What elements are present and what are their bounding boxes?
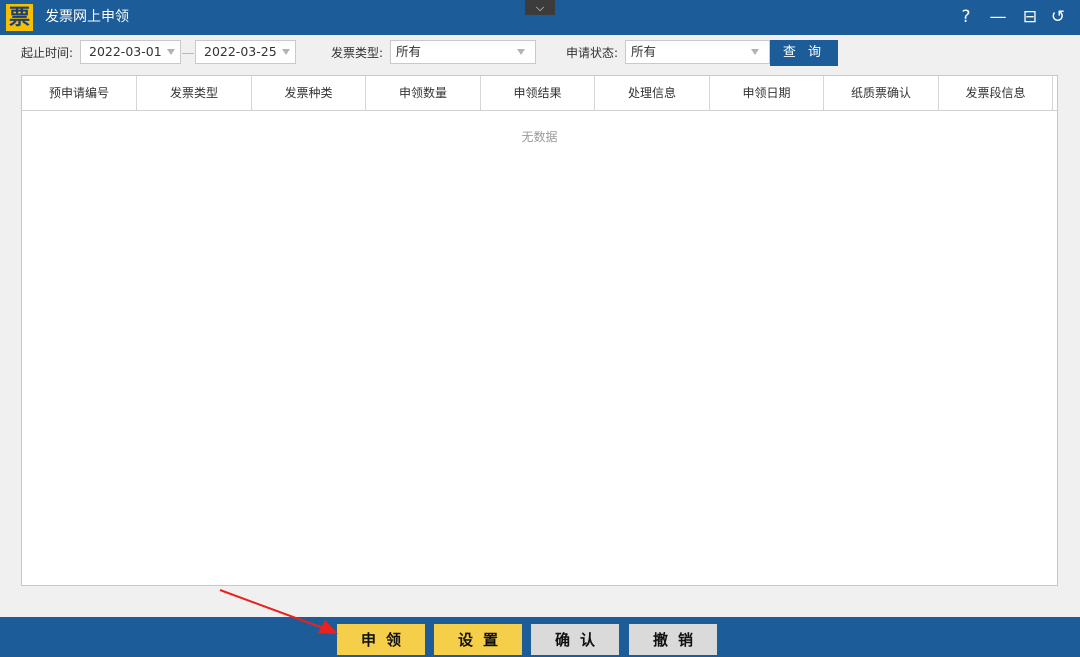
column-header[interactable]: 申领结果 bbox=[481, 76, 595, 110]
application-table: 预申请编号 发票类型 发票种类 申领数量 申领结果 处理信息 申领日期 纸质票确… bbox=[21, 75, 1058, 586]
date-range-separator bbox=[182, 53, 194, 54]
column-header[interactable]: 申领日期 bbox=[710, 76, 824, 110]
maximize-icon: ⊟ bbox=[1022, 7, 1038, 27]
status-value: 所有 bbox=[631, 44, 657, 59]
minimize-icon: — bbox=[989, 7, 1007, 27]
revoke-button[interactable]: 撤销 bbox=[629, 624, 717, 655]
start-date-value: 2022-03-01 bbox=[89, 44, 162, 59]
table-header: 预申请编号 发票类型 发票种类 申领数量 申领结果 处理信息 申领日期 纸质票确… bbox=[22, 76, 1057, 111]
dropdown-arrow-icon bbox=[167, 49, 175, 55]
column-header[interactable]: 申领数量 bbox=[366, 76, 481, 110]
title-bar: 票 发票网上申领 ⌵ ? — ⊟ ↺ bbox=[0, 0, 1080, 35]
end-date-value: 2022-03-25 bbox=[204, 44, 277, 59]
status-label: 申请状态: bbox=[566, 46, 619, 60]
confirm-button[interactable]: 确认 bbox=[531, 624, 619, 655]
column-header[interactable]: 处理信息 bbox=[595, 76, 710, 110]
maximize-button[interactable]: ⊟ bbox=[1018, 5, 1042, 29]
question-icon: ? bbox=[961, 7, 971, 27]
minimize-button[interactable]: — bbox=[986, 5, 1010, 29]
help-button[interactable]: ? bbox=[954, 5, 978, 29]
collapse-toggle-button[interactable]: ⌵ bbox=[525, 0, 555, 15]
end-date-field[interactable]: 2022-03-25 bbox=[195, 40, 296, 64]
column-header[interactable]: 纸质票确认 bbox=[824, 76, 939, 110]
status-select[interactable]: 所有 bbox=[625, 40, 770, 64]
return-icon: ↺ bbox=[1050, 7, 1066, 27]
window-title: 发票网上申领 bbox=[45, 9, 129, 25]
dropdown-arrow-icon bbox=[751, 49, 759, 55]
query-button[interactable]: 查 询 bbox=[770, 40, 838, 66]
column-header[interactable]: 预申请编号 bbox=[22, 76, 137, 110]
chevron-down-icon: ⌵ bbox=[535, 1, 545, 14]
start-date-field[interactable]: 2022-03-01 bbox=[80, 40, 181, 64]
back-button[interactable]: ↺ bbox=[1046, 5, 1070, 29]
invoice-type-label: 发票类型: bbox=[331, 46, 384, 60]
dropdown-arrow-icon bbox=[282, 49, 290, 55]
settings-button[interactable]: 设置 bbox=[434, 624, 522, 655]
empty-state-text: 无数据 bbox=[521, 130, 558, 144]
invoice-type-value: 所有 bbox=[396, 44, 422, 59]
date-range-label: 起止时间: bbox=[21, 46, 74, 60]
apply-button[interactable]: 申领 bbox=[337, 624, 425, 655]
app-logo-icon: 票 bbox=[6, 4, 33, 31]
invoice-type-select[interactable]: 所有 bbox=[390, 40, 536, 64]
column-header[interactable]: 发票段信息 bbox=[939, 76, 1053, 110]
dropdown-arrow-icon bbox=[517, 49, 525, 55]
action-bar: 申领 设置 确认 撤销 bbox=[0, 617, 1080, 657]
column-header[interactable]: 发票种类 bbox=[252, 76, 366, 110]
column-header[interactable]: 发票类型 bbox=[137, 76, 252, 110]
